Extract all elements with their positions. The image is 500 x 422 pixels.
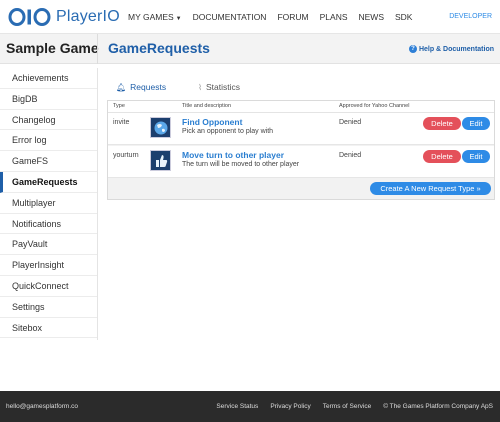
chevron-down-icon: ▼ [175,16,182,22]
sidebar-item-playerinsight[interactable]: PlayerInsight [0,255,97,276]
logo[interactable]: PlayerIO [8,7,120,27]
sidebar: Achievements BigDB Changelog Error log G… [0,68,98,340]
tab-statistics[interactable]: ⌇ Statistics [190,78,240,96]
nav-news[interactable]: NEWS [359,12,385,22]
request-description: Pick an opponent to play with [182,128,274,135]
footer-link-terms-of-service[interactable]: Terms of Service [323,403,371,410]
nav-sdk[interactable]: SDK [395,12,412,22]
sidebar-item-error-log[interactable]: Error log [0,130,97,152]
page-title: GameRequests [108,40,210,56]
request-description: The turn will be moved to other player [182,161,300,168]
tab-requests[interactable]: 🔔︎ Requests [108,78,166,96]
help-label: Help & Documentation [418,45,494,53]
delete-button[interactable]: Delete [423,150,461,163]
sidebar-item-multiplayer[interactable]: Multiplayer [0,193,97,214]
create-request-type-button[interactable]: Create A New Request Type » [370,182,491,195]
chart-line-icon: ⌇ [198,82,202,92]
sidebar-item-gamerequests[interactable]: GameRequests [0,171,97,193]
sidebar-item-sitebox[interactable]: Sitebox [0,318,97,339]
footer-link-service-status[interactable]: Service Status [216,403,258,410]
nav-documentation[interactable]: DOCUMENTATION [193,12,267,22]
edit-button[interactable]: Edit [462,150,490,163]
help-icon: ? [408,45,417,53]
sidebar-item-quickconnect[interactable]: QuickConnect [0,276,97,297]
nav-forum[interactable]: FORUM [277,12,308,22]
tab-requests-label: Requests [130,82,167,92]
page-header: Sample Game GameRequests ? Help & Docume… [0,34,500,64]
help-link[interactable]: ? Help & Documentation [408,45,494,53]
content-tabs: 🔔︎ Requests ⌇ Statistics [108,78,494,96]
brand-name: PlayerIO [56,8,120,25]
nav-my-games-label: MY GAMES [128,12,174,22]
header-divider [97,34,98,64]
playerio-logo-icon [8,8,51,26]
footer-email-link[interactable]: hello@gamesplatform.co [6,403,78,410]
nav-plans[interactable]: PLANS [320,12,348,22]
column-header-approved: Approved for Yahoo Channel [339,103,410,109]
requests-panel: Type Title and description Approved for … [107,100,495,200]
footer-links: Service Status Privacy Policy Terms of S… [204,403,493,410]
request-title[interactable]: Move turn to other player [182,150,284,160]
approval-status: Denied [339,119,362,126]
main-nav: MY GAMES ▼ DOCUMENTATION FORUM PLANS NEWS… [128,12,423,22]
column-header-type: Type [113,103,125,109]
sidebar-item-notifications[interactable]: Notifications [0,214,97,235]
footer: hello@gamesplatform.co Service Status Pr… [0,391,500,422]
developer-link[interactable]: DEVELOPER [449,13,492,20]
nav-my-games[interactable]: MY GAMES ▼ [128,12,182,22]
footer-link-privacy-policy[interactable]: Privacy Policy [270,403,310,410]
sidebar-item-changelog[interactable]: Changelog [0,110,97,131]
table-header: Type Title and description Approved for … [108,101,494,113]
table-row: invite Find Opponent Pick an opponent to… [108,113,494,145]
bell-icon: 🔔︎ [116,82,127,92]
table-row: yourturn Move turn to other player The t… [108,146,494,178]
column-header-title: Title and description [182,103,232,109]
sidebar-item-gamefs[interactable]: GameFS [0,151,97,172]
sidebar-item-achievements[interactable]: Achievements [0,68,97,89]
tab-statistics-label: Statistics [205,82,240,92]
footer-copyright: © The Games Platform Company ApS [383,403,493,410]
approval-status: Denied [339,152,362,159]
globe-icon [150,117,171,138]
thumbs-up-icon [150,150,171,171]
game-title: Sample Game [6,40,99,56]
delete-button[interactable]: Delete [423,117,461,130]
request-type: invite [113,119,130,126]
request-type: yourturn [113,152,139,159]
request-title[interactable]: Find Opponent [182,117,242,127]
edit-button[interactable]: Edit [462,117,490,130]
sidebar-item-settings[interactable]: Settings [0,297,97,318]
sidebar-item-payvault[interactable]: PayVault [0,234,97,256]
top-navbar: PlayerIO MY GAMES ▼ DOCUMENTATION FORUM P… [0,0,500,34]
sidebar-item-bigdb[interactable]: BigDB [0,89,97,110]
